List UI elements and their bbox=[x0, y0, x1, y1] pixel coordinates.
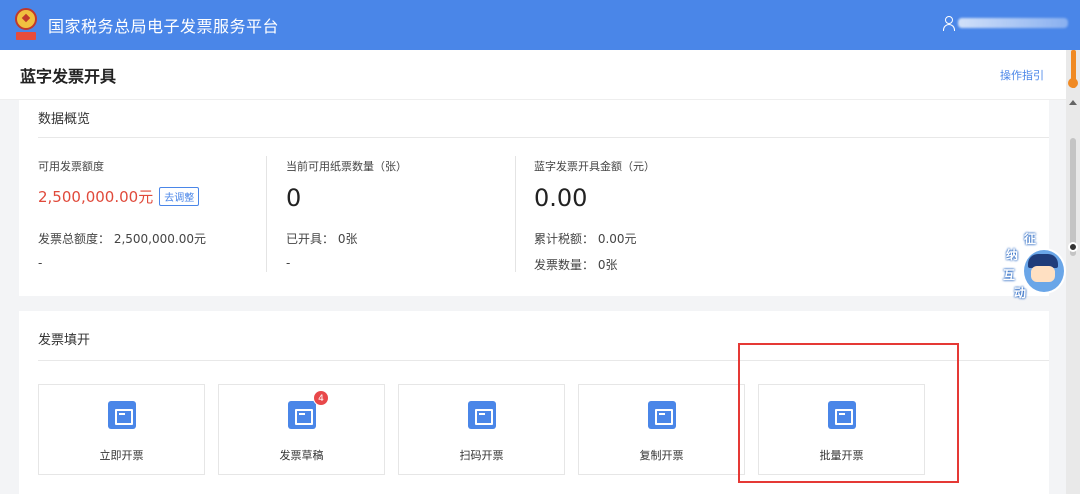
copy-invoice-icon bbox=[648, 401, 676, 429]
blue-invoice-amount-value: 0.00 bbox=[534, 184, 588, 212]
blue-invoice-amount-stat: 蓝字发票开具金额（元） 0.00 累计税额： 0.00元 发票数量： 0张 bbox=[534, 158, 655, 272]
mascot-char: 纳 bbox=[1006, 248, 1019, 262]
mascot-char: 动 bbox=[1014, 286, 1027, 300]
scroll-up-arrow-icon[interactable] bbox=[1069, 100, 1077, 105]
available-quota-stat: 可用发票额度 2,500,000.00元 去调整 发票总额度： 2,500,00… bbox=[38, 158, 206, 270]
tile-label: 复制开票 bbox=[639, 449, 684, 462]
side-toggle-dot[interactable] bbox=[1068, 242, 1078, 252]
qr-code-icon bbox=[468, 401, 496, 429]
available-quota-label: 可用发票额度 bbox=[38, 160, 104, 173]
user-menu[interactable] bbox=[942, 16, 1068, 31]
draft-icon bbox=[288, 401, 316, 429]
adjust-quota-button[interactable]: 去调整 bbox=[159, 187, 200, 206]
scrollbar-thumb[interactable] bbox=[1070, 138, 1076, 256]
quota-extra-line: - bbox=[38, 256, 43, 270]
highlight-box bbox=[738, 343, 959, 483]
paper-extra-line: - bbox=[286, 256, 291, 270]
side-handle-knob[interactable] bbox=[1068, 78, 1078, 88]
accumulated-tax-line: 累计税额： 0.00元 bbox=[534, 232, 637, 246]
blue-invoice-amount-label: 蓝字发票开具金额（元） bbox=[534, 160, 655, 173]
mascot-char: 征 bbox=[1024, 232, 1037, 246]
paper-invoice-stat: 当前可用纸票数量（张） 0 已开具： 0张 - bbox=[286, 158, 407, 270]
total-quota-line: 发票总额度： 2,500,000.00元 bbox=[38, 232, 206, 246]
tile-label: 扫码开票 bbox=[459, 449, 504, 462]
app-title: 国家税务总局电子发票服务平台 bbox=[48, 17, 280, 36]
overview-divider bbox=[38, 137, 1049, 138]
page-title: 蓝字发票开具 bbox=[20, 66, 117, 86]
tile-issue-now[interactable]: 立即开票 bbox=[38, 384, 205, 475]
tile-copy-issue[interactable]: 复制开票 bbox=[578, 384, 745, 475]
top-bar: 国家税务总局电子发票服务平台 bbox=[0, 0, 1080, 50]
invoice-issue-icon bbox=[108, 401, 136, 429]
invoice-count-line: 发票数量： 0张 bbox=[534, 258, 618, 272]
operation-guide-link[interactable]: 操作指引 bbox=[1000, 67, 1044, 83]
column-divider bbox=[266, 156, 267, 272]
user-icon bbox=[942, 16, 955, 31]
interaction-mascot-widget[interactable]: 征 纳 互 动 bbox=[1000, 230, 1066, 304]
available-quota-amount: 2,500,000.00元 bbox=[38, 188, 154, 206]
tile-scan-issue[interactable]: 扫码开票 bbox=[398, 384, 565, 475]
paper-invoice-count: 0 bbox=[286, 184, 302, 212]
column-divider bbox=[515, 156, 516, 272]
draft-count-badge: 4 bbox=[313, 390, 329, 406]
paper-invoice-label: 当前可用纸票数量（张） bbox=[286, 160, 407, 173]
page-header: 蓝字发票开具 操作指引 bbox=[0, 50, 1066, 100]
tile-label: 发票草稿 bbox=[279, 449, 324, 462]
tax-emblem-logo bbox=[12, 8, 40, 42]
tile-invoice-draft[interactable]: 4 发票草稿 bbox=[218, 384, 385, 475]
scrollbar[interactable] bbox=[1066, 50, 1080, 494]
mascot-char: 互 bbox=[1003, 268, 1016, 282]
overview-section-title: 数据概览 bbox=[38, 112, 91, 127]
issued-count-line: 已开具： 0张 bbox=[286, 232, 358, 246]
data-overview-card: 数据概览 可用发票额度 2,500,000.00元 去调整 发票总额度： 2,5… bbox=[19, 100, 1049, 296]
tile-label: 立即开票 bbox=[99, 449, 144, 462]
user-name-redacted bbox=[958, 18, 1068, 28]
mascot-face bbox=[1031, 266, 1055, 282]
